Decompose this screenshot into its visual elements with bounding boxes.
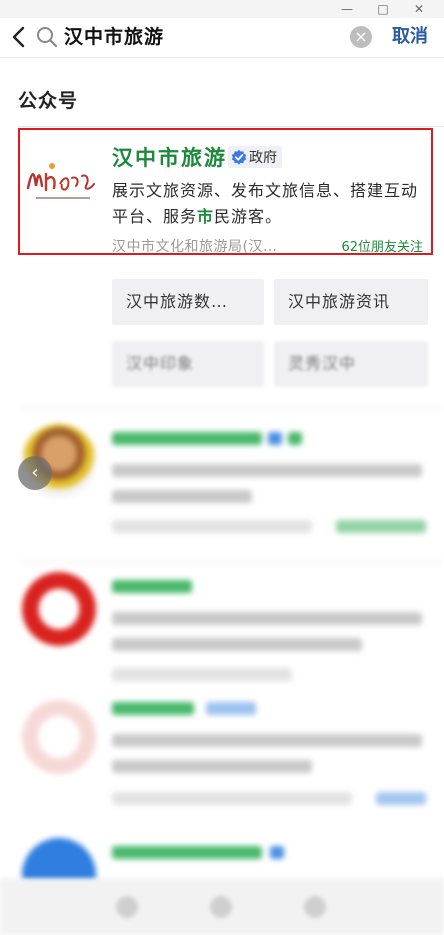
- divider: [18, 562, 444, 563]
- bottom-nav: [0, 878, 444, 935]
- result-title-blur: [112, 580, 192, 593]
- badge-icon: [206, 702, 256, 715]
- verified-icon: [268, 432, 282, 445]
- result-title-blur: [112, 432, 262, 445]
- maximize-button[interactable]: □: [368, 0, 398, 18]
- blurred-results: [0, 400, 444, 912]
- search-bar: 汉中市旅游 × 取消: [0, 18, 444, 58]
- account-result-card[interactable]: 汉中市旅游 政府 展示文旅资源、发布文旅信息、搭建互动平台、服务市民游客。 汉中…: [18, 128, 433, 255]
- window-titlebar: — □ ✕: [0, 0, 444, 18]
- operator-name: 汉中市文化和旅游局(汉…: [112, 239, 278, 255]
- menu-tile-impression[interactable]: 汉中印象: [112, 341, 264, 387]
- minimize-button[interactable]: —: [332, 0, 362, 18]
- result-desc-blur: [112, 734, 422, 747]
- badge-label: 政府: [249, 150, 277, 166]
- divider: [18, 408, 444, 409]
- cancel-button[interactable]: 取消: [392, 24, 428, 50]
- search-input[interactable]: 汉中市旅游: [64, 24, 164, 50]
- government-badge: 政府: [228, 146, 282, 168]
- close-button[interactable]: ✕: [404, 0, 434, 18]
- section-title-official-accounts: 公众号: [18, 90, 79, 112]
- result-title-blur: [112, 846, 262, 859]
- menu-tile-scenic[interactable]: 灵秀汉中: [274, 341, 428, 387]
- result-friends-blur: [376, 792, 426, 805]
- verified-icon: [270, 846, 284, 859]
- result-desc-blur: [112, 490, 252, 503]
- nav-icon[interactable]: [210, 896, 232, 918]
- result-desc-blur: [112, 638, 362, 651]
- menu-tile-tourism-news[interactable]: 汉中旅游资讯: [274, 279, 428, 325]
- verified-icon: [231, 149, 247, 165]
- friends-following-count: 62位朋友关注: [341, 240, 423, 255]
- result-avatar: [22, 700, 96, 774]
- back-chevron-icon[interactable]: [6, 24, 32, 50]
- result-title-blur: [112, 702, 194, 715]
- result-desc-blur: [112, 612, 422, 625]
- result-desc-blur: [112, 760, 312, 773]
- result-friends-blur: [336, 520, 426, 533]
- result-desc-blur: [112, 464, 422, 477]
- account-description: 展示文旅资源、发布文旅信息、搭建互动平台、服务市民游客。: [112, 178, 427, 230]
- description-text-end: 民游客。: [214, 207, 283, 226]
- result-meta-blur: [112, 668, 292, 681]
- divider: [18, 126, 444, 127]
- account-logo-icon: [24, 150, 102, 210]
- search-icon: [37, 27, 58, 48]
- nav-icon[interactable]: [116, 896, 138, 918]
- description-highlight: 市: [197, 207, 215, 226]
- scroll-left-button[interactable]: ‹: [18, 456, 52, 490]
- result-meta-blur: [112, 520, 312, 533]
- account-name: 汉中市旅游: [112, 146, 227, 170]
- clear-search-icon[interactable]: ×: [350, 26, 372, 48]
- result-meta-blur: [112, 792, 352, 805]
- badge-icon: [288, 432, 302, 445]
- nav-icon[interactable]: [304, 896, 326, 918]
- menu-tile-tourism-data[interactable]: 汉中旅游数…: [112, 279, 264, 325]
- result-avatar: [22, 572, 96, 646]
